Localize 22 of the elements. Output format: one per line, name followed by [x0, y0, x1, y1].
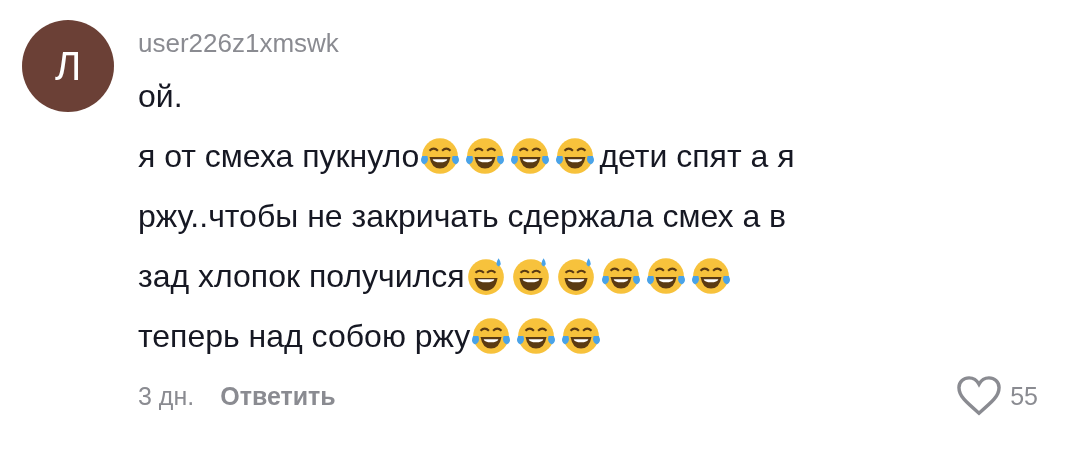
- like-count: 55: [1010, 381, 1038, 411]
- tears-of-joy-emoji-icon: [509, 135, 552, 177]
- tears-of-joy-emoji-icon: [470, 315, 513, 357]
- comment-text: ржу..чтобы не закричать сдержала смех а в: [138, 197, 787, 235]
- tears-of-joy-emoji-icon: [644, 255, 687, 297]
- tears-of-joy-emoji-icon: [554, 135, 597, 177]
- tears-of-joy-emoji-icon: [464, 135, 507, 177]
- heart-icon[interactable]: [956, 375, 1003, 417]
- timestamp: 3 дн.: [138, 381, 195, 411]
- comment-text: дети спят а я: [599, 137, 795, 175]
- tears-of-joy-emoji-icon: [599, 255, 642, 297]
- tears-of-joy-emoji-icon: [689, 255, 732, 297]
- tears-of-joy-emoji-icon: [419, 135, 462, 177]
- comment-text: ой.: [138, 77, 183, 115]
- tears-of-joy-emoji-icon: [515, 315, 558, 357]
- comment-text: зад хлопок получился: [138, 257, 465, 295]
- avatar[interactable]: Л: [22, 20, 114, 112]
- username[interactable]: user226z1xmswk: [138, 26, 1080, 60]
- comment-text: я от смеха пукнуло: [138, 137, 420, 175]
- tears-of-joy-emoji-icon: [560, 315, 603, 357]
- reply-link[interactable]: Ответить: [220, 381, 336, 411]
- comment-text: теперь над собою ржу: [138, 317, 471, 355]
